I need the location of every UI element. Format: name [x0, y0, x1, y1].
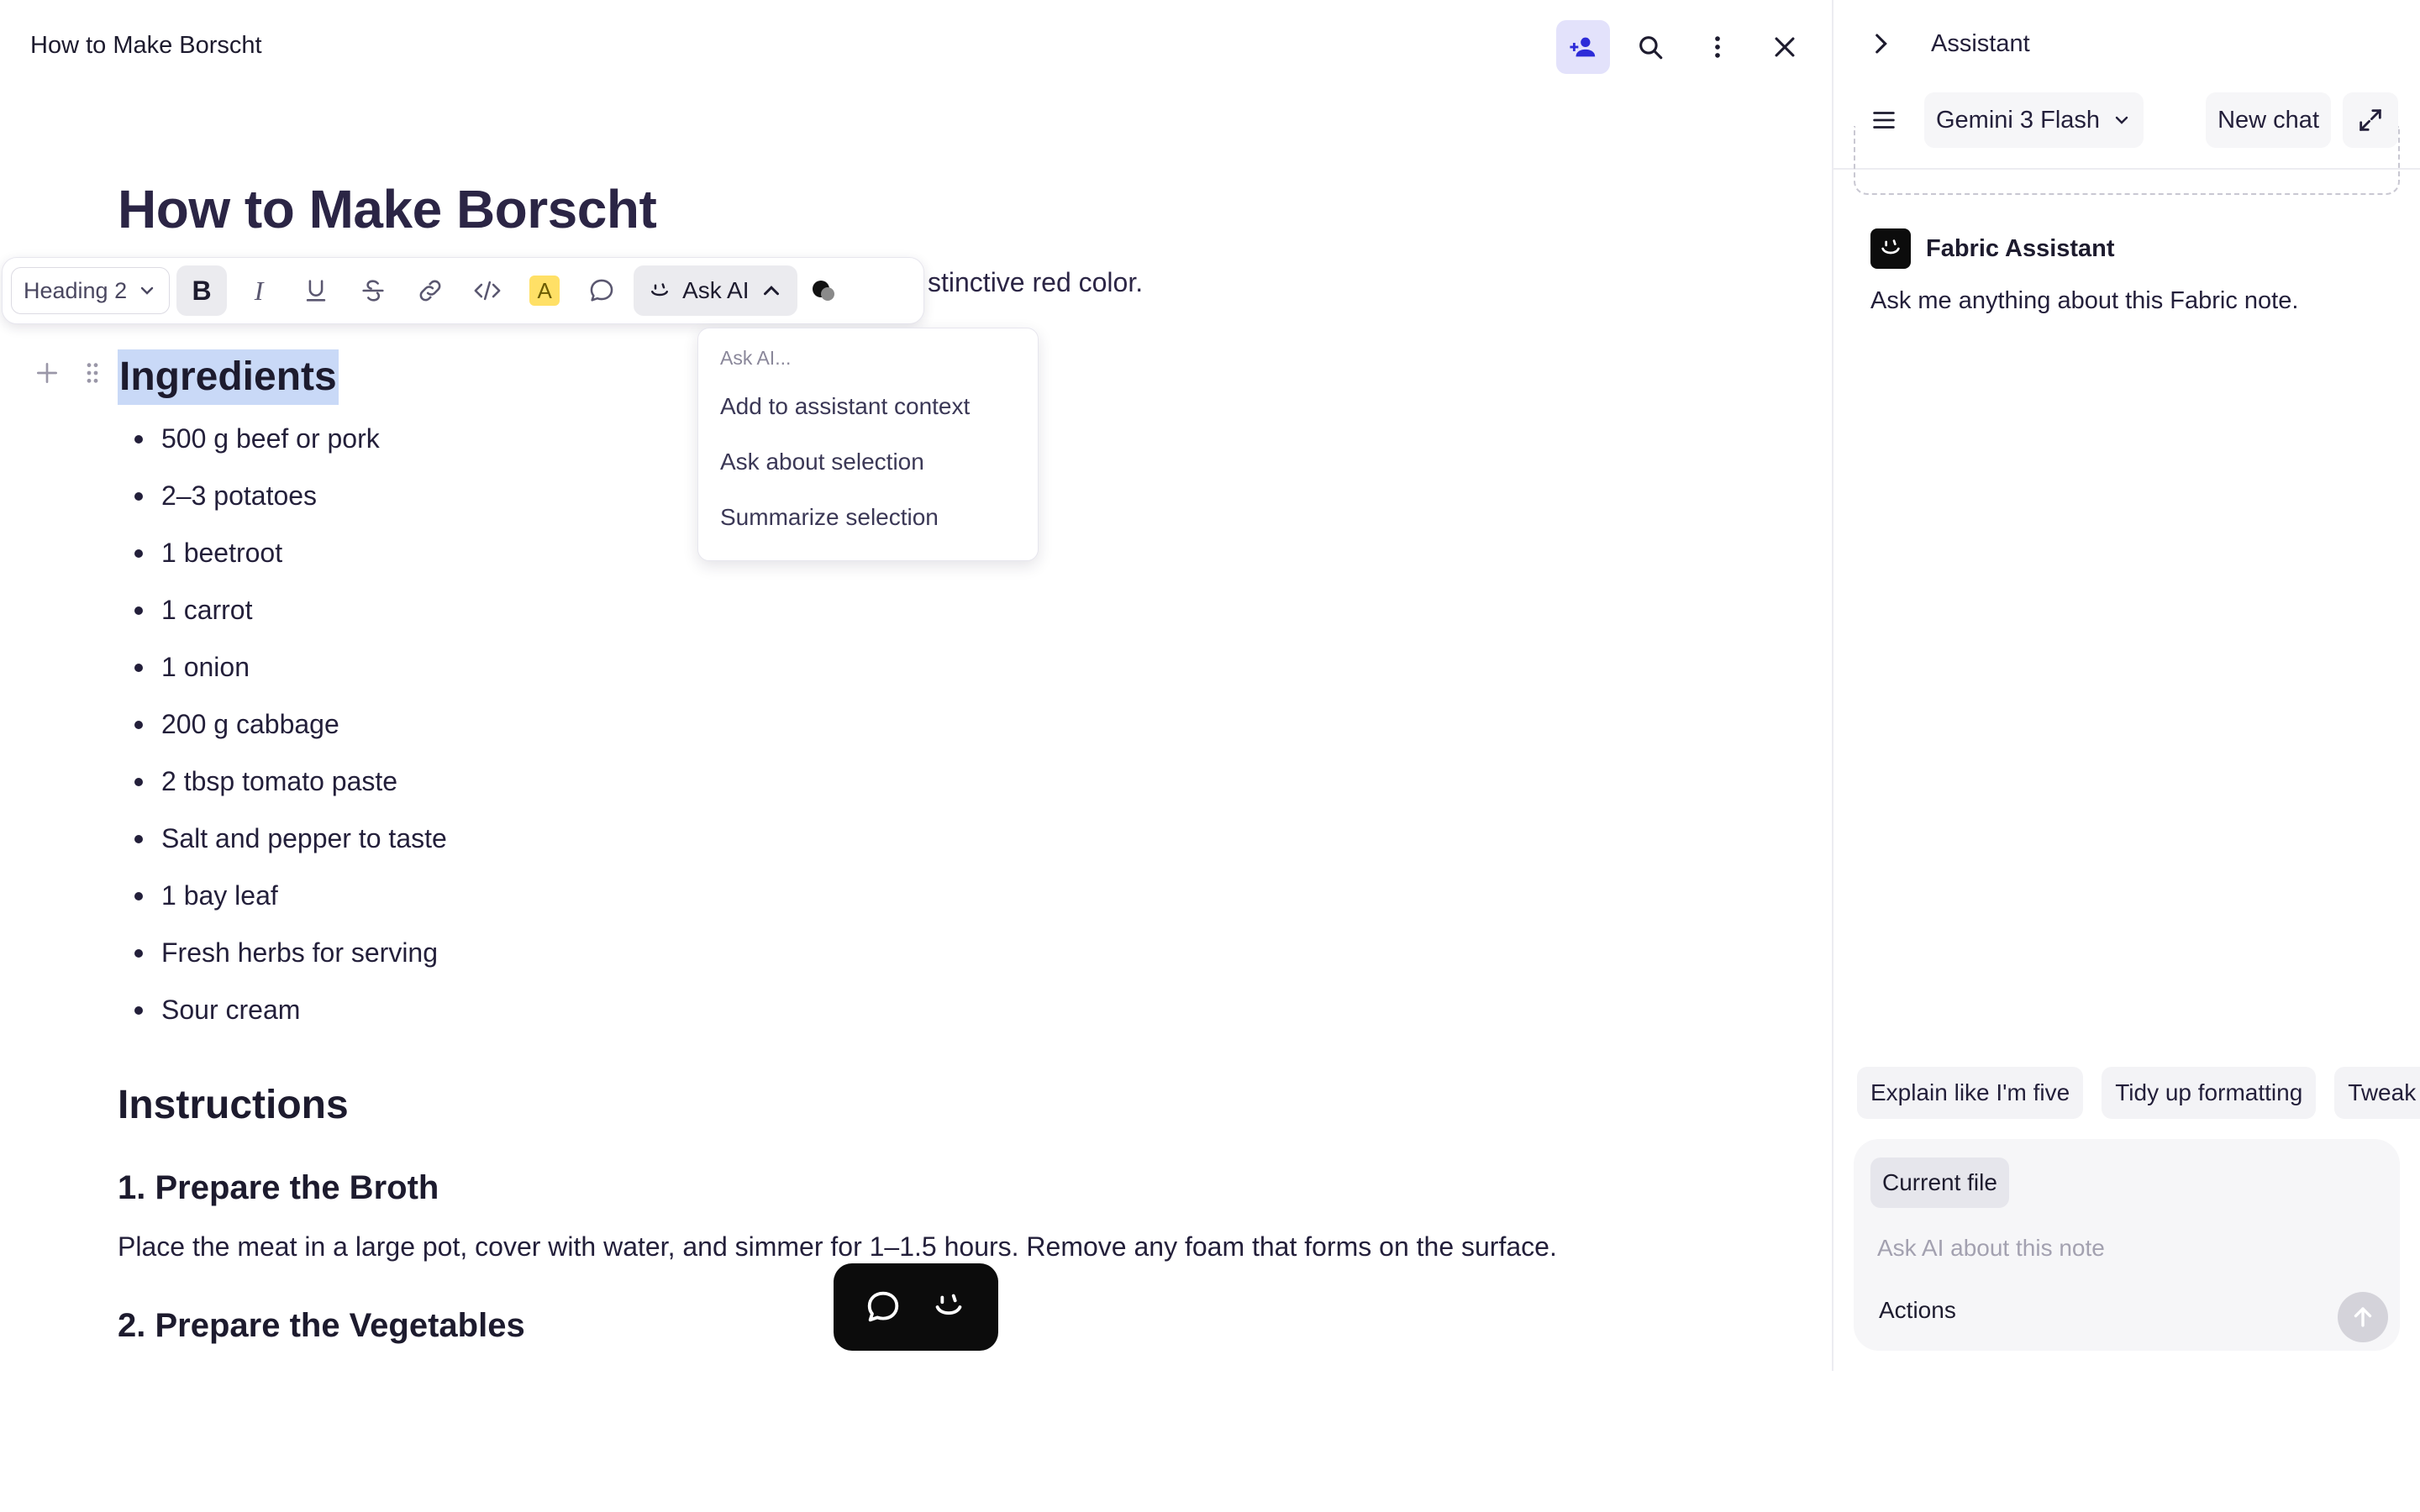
highlight-icon: A — [529, 276, 560, 306]
send-button[interactable] — [2338, 1292, 2388, 1342]
close-icon — [1775, 37, 1795, 57]
assistant-title: Assistant — [1931, 29, 2030, 57]
chat-input[interactable] — [1877, 1230, 2348, 1267]
highlight-button[interactable]: A — [519, 265, 570, 316]
bold-button[interactable]: B — [176, 265, 228, 316]
ask-ai-menu-header: Ask AI... — [720, 347, 792, 369]
link-icon — [419, 280, 441, 302]
drag-handle-icon[interactable] — [79, 360, 106, 386]
share-button[interactable] — [1556, 20, 1610, 74]
list-item[interactable]: 200 g cabbage — [118, 702, 447, 759]
close-button[interactable] — [1758, 20, 1812, 74]
code-icon — [474, 281, 501, 301]
chat-composer: Current file Actions — [1854, 1139, 2400, 1351]
more-options-button[interactable] — [1691, 20, 1744, 74]
block-type-select[interactable]: Heading 2 — [11, 267, 171, 314]
context-dropzone — [1854, 126, 2400, 195]
add-user-icon — [1570, 37, 1596, 57]
chevron-up-icon — [764, 286, 780, 296]
floating-action-pill — [834, 1263, 998, 1351]
ask-ai-label: Ask AI — [682, 277, 750, 303]
assistant-name: Fabric Assistant — [1926, 234, 2115, 262]
step2-heading[interactable]: 2. Prepare the Vegetables — [118, 1307, 525, 1345]
suggestion-chips: Explain like I'm five Tidy up formatting… — [1857, 1067, 2420, 1119]
menu-item-ask-about-selection[interactable]: Ask about selection — [720, 447, 1016, 502]
formatting-toolbar: Heading 2 B I A Ask AI — [2, 257, 924, 324]
ai-smile-icon[interactable] — [929, 1288, 968, 1326]
ai-smile-icon — [651, 283, 669, 297]
list-item[interactable]: Fresh herbs for serving — [118, 931, 447, 988]
list-item[interactable]: 1 beetroot — [118, 531, 447, 588]
list-item[interactable]: 2 tbsp tomato paste — [118, 759, 447, 816]
comment-icon[interactable] — [864, 1288, 902, 1326]
step1-paragraph[interactable]: Place the meat in a large pot, cover wit… — [118, 1231, 1557, 1263]
list-item[interactable]: 1 carrot — [118, 588, 447, 645]
code-button[interactable] — [462, 265, 513, 316]
list-item[interactable]: 2–3 potatoes — [118, 474, 447, 531]
top-toolbar — [1556, 20, 1812, 74]
assistant-header: Assistant — [1857, 20, 2030, 67]
assistant-message-header: Fabric Assistant — [1870, 228, 2115, 269]
ai-smile-icon — [1881, 239, 1900, 255]
tab-title: How to Make Borscht — [30, 32, 262, 59]
menu-item-add-to-context[interactable]: Add to assistant context — [720, 391, 1016, 447]
block-handle — [34, 360, 106, 386]
instructions-heading[interactable]: Instructions — [118, 1082, 349, 1128]
suggestion-chip[interactable]: Tidy up formatting — [2102, 1067, 2317, 1119]
list-item[interactable]: 1 onion — [118, 645, 447, 702]
comment-icon — [590, 279, 613, 302]
link-button[interactable] — [405, 265, 455, 316]
text-color-button[interactable] — [804, 270, 844, 311]
underline-icon — [306, 280, 326, 302]
avatar — [1870, 228, 1911, 269]
menu-item-summarize-selection[interactable]: Summarize selection — [720, 502, 1016, 558]
ask-ai-menu: Ask AI... Add to assistant context Ask a… — [697, 328, 1039, 561]
list-item[interactable]: Sour cream — [118, 988, 447, 1045]
context-chip[interactable]: Current file — [1870, 1158, 2009, 1208]
list-item[interactable]: Salt and pepper to taste — [118, 816, 447, 874]
intro-paragraph[interactable]: stinctive red color. — [928, 267, 1143, 298]
italic-icon: I — [254, 275, 264, 306]
ingredients-list: 500 g beef or pork 2–3 potatoes 1 beetro… — [118, 417, 447, 1045]
ask-ai-button[interactable]: Ask AI — [634, 265, 798, 316]
strikethrough-button[interactable] — [348, 265, 398, 316]
suggestion-chip[interactable]: Tweak — [2334, 1067, 2420, 1119]
list-item[interactable]: 500 g beef or pork — [118, 417, 447, 474]
assistant-message: Ask me anything about this Fabric note. — [1870, 287, 2299, 314]
search-icon — [1639, 36, 1663, 60]
bold-icon: B — [192, 275, 212, 306]
ingredients-heading[interactable]: Ingredients — [118, 349, 339, 405]
italic-button[interactable]: I — [234, 265, 284, 316]
document-title[interactable]: How to Make Borscht — [118, 178, 657, 240]
document-pane: How to Make Borscht How to Make Borscht … — [0, 0, 1832, 1371]
add-block-icon[interactable] — [34, 360, 60, 386]
assistant-panel: Assistant Gemini 3 Flash New chat Fabric… — [1833, 0, 2420, 1371]
chevron-right-icon — [1876, 34, 1887, 54]
step1-heading[interactable]: 1. Prepare the Broth — [118, 1169, 439, 1207]
chevron-down-icon — [140, 286, 154, 295]
list-item[interactable]: 1 bay leaf — [118, 874, 447, 931]
strikethrough-icon — [362, 280, 384, 302]
arrow-up-icon — [2354, 1307, 2372, 1327]
suggestion-chip[interactable]: Explain like I'm five — [1857, 1067, 2084, 1119]
underline-button[interactable] — [291, 265, 341, 316]
block-type-label: Heading 2 — [24, 277, 128, 303]
actions-button[interactable]: Actions — [1879, 1297, 1956, 1324]
collapse-panel-button[interactable] — [1857, 20, 1904, 67]
comment-button[interactable] — [576, 265, 627, 316]
more-vertical-icon — [1715, 36, 1720, 58]
search-button[interactable] — [1623, 20, 1677, 74]
